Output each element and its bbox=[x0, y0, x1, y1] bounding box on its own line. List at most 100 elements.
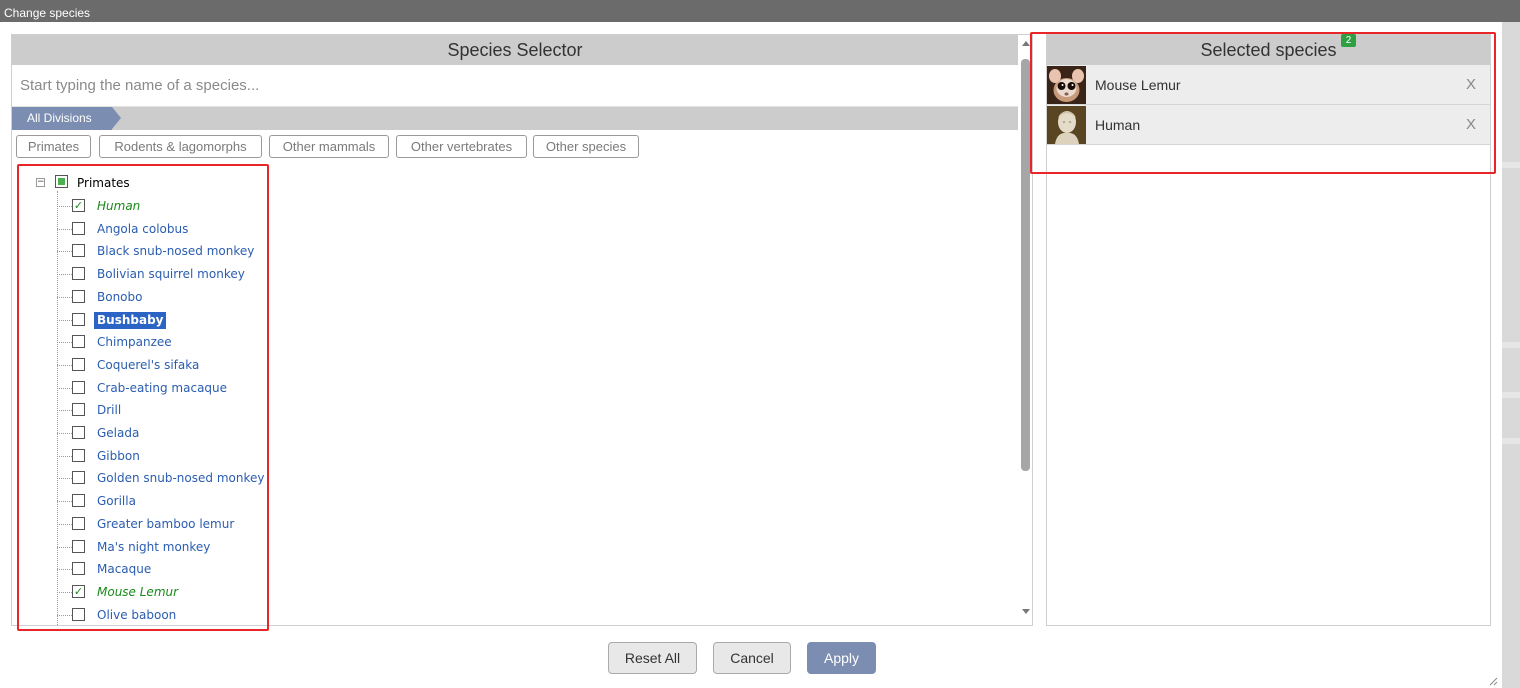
all-divisions-tab[interactable]: All Divisions bbox=[12, 107, 121, 130]
reset-all-button[interactable]: Reset All bbox=[608, 642, 697, 674]
tree-item-label[interactable]: Bonobo bbox=[94, 289, 145, 306]
tree-item-label[interactable]: Angola colobus bbox=[94, 221, 191, 238]
tree-connector-line bbox=[57, 387, 72, 389]
tree-item-label[interactable]: Greater bamboo lemur bbox=[94, 516, 237, 533]
tree-item-label[interactable]: Mouse Lemur bbox=[94, 584, 181, 601]
scrollbar-thumb[interactable] bbox=[1021, 59, 1030, 471]
background-band bbox=[1502, 438, 1520, 444]
remove-mouse-lemur-button[interactable]: X bbox=[1466, 76, 1476, 93]
unchecked-checkbox[interactable] bbox=[72, 607, 85, 621]
change-species-dialog: Species Selector All Divisions Primates … bbox=[0, 22, 1502, 688]
unchecked-checkbox[interactable] bbox=[72, 221, 85, 235]
tree-node-label[interactable]: Primates bbox=[77, 176, 130, 190]
filter-rodents-lagomorphs-button[interactable]: Rodents & lagomorphs bbox=[99, 135, 262, 158]
tree-item-label[interactable]: Gelada bbox=[94, 425, 142, 442]
tree-item-label[interactable]: Bolivian squirrel monkey bbox=[94, 266, 248, 283]
selected-species-item: Human X bbox=[1047, 105, 1490, 145]
tree-connector-line bbox=[57, 501, 72, 503]
selected-species-header: Selected species 2 bbox=[1047, 34, 1490, 65]
tree-connector-line bbox=[57, 228, 72, 230]
tree-connector-line bbox=[57, 478, 72, 480]
background-band bbox=[1502, 162, 1520, 168]
tree-connector-line bbox=[57, 410, 72, 412]
tree-connector-line bbox=[57, 319, 72, 321]
tree-item-label[interactable]: Black snub-nosed monkey bbox=[94, 243, 257, 260]
tree-connector-line bbox=[57, 274, 72, 276]
filter-primates-button[interactable]: Primates bbox=[16, 135, 91, 158]
window-title: Change species bbox=[0, 0, 1520, 22]
partial-checkbox[interactable] bbox=[55, 175, 68, 188]
tree-connector-line bbox=[57, 251, 72, 253]
tree-connector-line bbox=[57, 569, 72, 571]
tree-item-label[interactable]: Gorilla bbox=[94, 493, 139, 510]
tree-item-label[interactable]: Human bbox=[94, 198, 143, 215]
unchecked-checkbox[interactable] bbox=[72, 244, 85, 258]
tree-item-label[interactable]: Golden snub-nosed monkey bbox=[94, 470, 267, 487]
tree-item-label[interactable]: Crab-eating macaque bbox=[94, 380, 230, 397]
unchecked-checkbox[interactable] bbox=[72, 267, 85, 281]
species-search-input[interactable] bbox=[12, 65, 1018, 107]
tree-item-label[interactable]: Gibbon bbox=[94, 448, 143, 465]
species-selector-header: Species Selector bbox=[12, 35, 1018, 65]
species-tree: − Primates ✓ Human Angola colobus Black snu… bbox=[12, 169, 1012, 625]
unchecked-checkbox[interactable] bbox=[72, 289, 85, 303]
unchecked-checkbox[interactable] bbox=[72, 357, 85, 371]
unchecked-checkbox[interactable] bbox=[72, 516, 85, 530]
selected-species-panel: Selected species 2 Mouse Lemur X Human X bbox=[1046, 34, 1491, 626]
tree-item-label[interactable]: Olive baboon bbox=[94, 607, 179, 624]
background-band bbox=[1502, 392, 1520, 398]
tree-connector-line bbox=[57, 614, 72, 616]
checked-checkbox[interactable]: ✓ bbox=[72, 199, 85, 212]
unchecked-checkbox[interactable] bbox=[72, 380, 85, 394]
selected-count-badge: 2 bbox=[1341, 34, 1356, 47]
tree-connector-line bbox=[57, 206, 72, 207]
tree-connector-line bbox=[57, 455, 72, 457]
tree-connector-line bbox=[57, 364, 72, 366]
background-strip bbox=[1502, 22, 1520, 688]
scroll-down-arrow-icon[interactable] bbox=[1022, 609, 1030, 614]
selected-species-name: Mouse Lemur bbox=[1095, 77, 1181, 93]
filter-other-mammals-button[interactable]: Other mammals bbox=[269, 135, 389, 158]
tree-connector-line bbox=[57, 191, 58, 625]
tree-item-label[interactable]: Drill bbox=[94, 402, 124, 419]
tree-connector-line bbox=[57, 296, 72, 298]
tree-connector-line bbox=[57, 523, 72, 525]
collapse-icon[interactable]: − bbox=[36, 178, 45, 187]
unchecked-checkbox[interactable] bbox=[72, 403, 85, 417]
tree-scrollbar[interactable] bbox=[1018, 35, 1032, 625]
selected-species-item: Mouse Lemur X bbox=[1047, 65, 1490, 105]
tree-item-label[interactable]: Macaque bbox=[94, 561, 154, 578]
selected-species-title: Selected species bbox=[1200, 40, 1337, 60]
human-bust-thumbnail-icon bbox=[1047, 106, 1086, 144]
tree-connector-line bbox=[57, 342, 72, 344]
selected-species-name: Human bbox=[1095, 117, 1141, 133]
cancel-button[interactable]: Cancel bbox=[713, 642, 791, 674]
checked-checkbox[interactable]: ✓ bbox=[72, 584, 85, 598]
unchecked-checkbox[interactable] bbox=[72, 539, 85, 553]
tree-item-label[interactable]: Bushbaby bbox=[94, 311, 167, 329]
tree-connector-line bbox=[57, 591, 72, 593]
species-selector-panel: Species Selector All Divisions Primates … bbox=[11, 34, 1033, 626]
unchecked-checkbox[interactable] bbox=[72, 335, 85, 349]
unchecked-checkbox[interactable] bbox=[72, 471, 85, 485]
dialog-actions: Reset All Cancel Apply bbox=[0, 642, 1502, 674]
background-band bbox=[1502, 342, 1520, 348]
division-breadcrumb: All Divisions bbox=[12, 107, 1018, 130]
tree-connector-line bbox=[57, 546, 72, 548]
filter-other-species-button[interactable]: Other species bbox=[533, 135, 639, 158]
resize-grip-icon[interactable] bbox=[1488, 676, 1498, 686]
mouse-lemur-thumbnail-icon bbox=[1047, 66, 1086, 104]
remove-human-button[interactable]: X bbox=[1466, 116, 1476, 133]
tree-item-label[interactable]: Coquerel's sifaka bbox=[94, 357, 202, 374]
apply-button[interactable]: Apply bbox=[807, 642, 876, 674]
unchecked-checkbox[interactable] bbox=[72, 562, 85, 576]
tree-connector-line bbox=[57, 433, 72, 434]
filter-other-vertebrates-button[interactable]: Other vertebrates bbox=[396, 135, 527, 158]
unchecked-checkbox[interactable] bbox=[72, 426, 85, 439]
tree-item-label[interactable]: Chimpanzee bbox=[94, 334, 175, 351]
tree-item-label[interactable]: Ma's night monkey bbox=[94, 539, 213, 556]
unchecked-checkbox[interactable] bbox=[72, 312, 85, 326]
unchecked-checkbox[interactable] bbox=[72, 448, 85, 462]
unchecked-checkbox[interactable] bbox=[72, 494, 85, 508]
scroll-up-arrow-icon[interactable] bbox=[1022, 41, 1030, 46]
